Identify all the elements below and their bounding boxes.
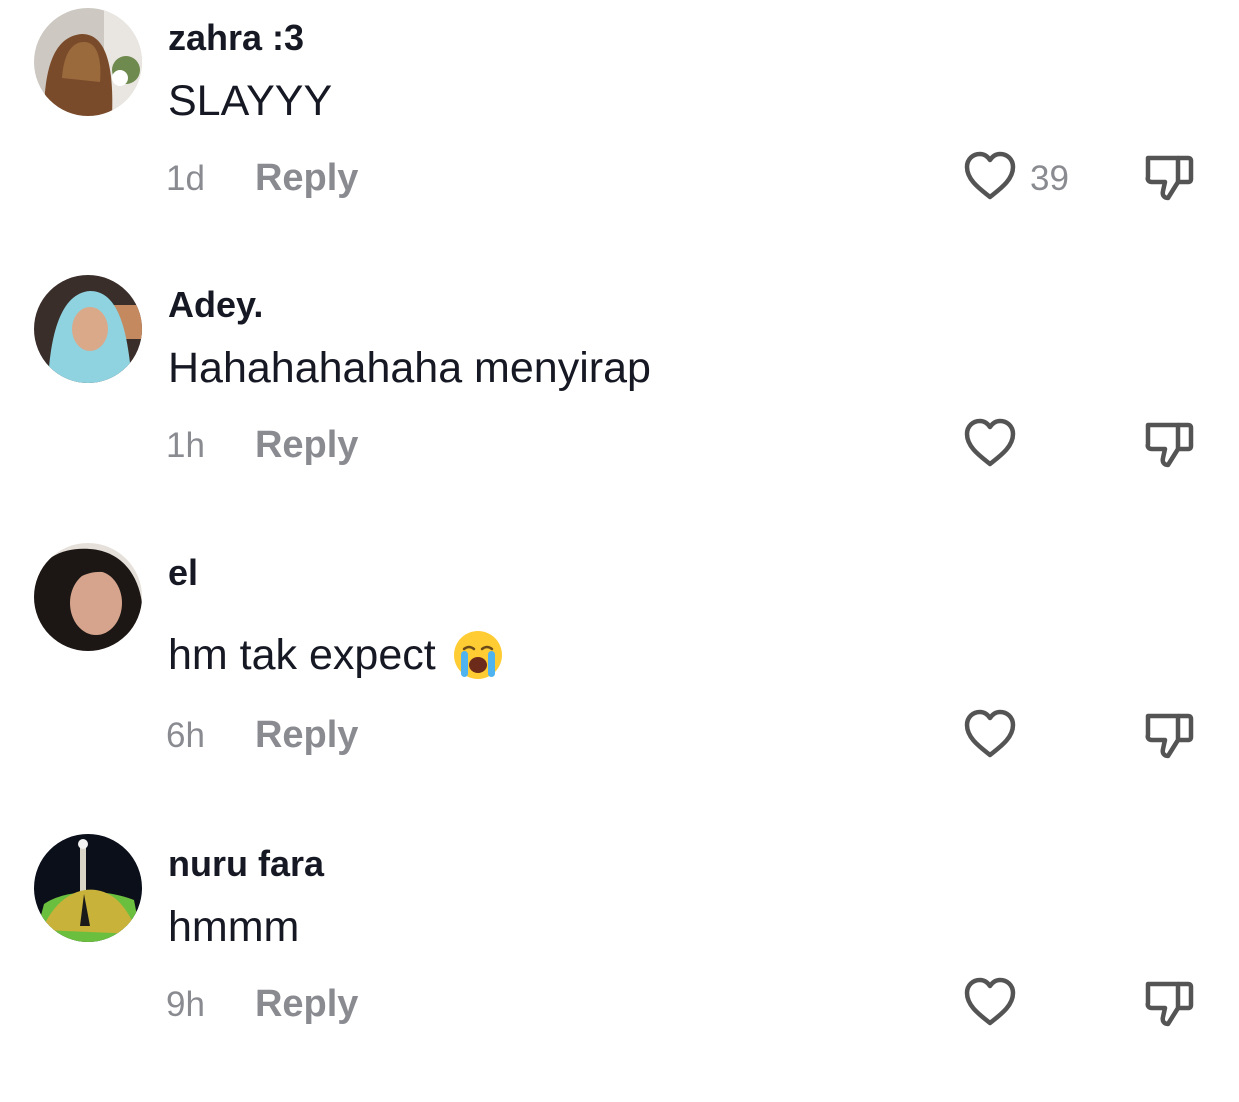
dislike-button[interactable]	[1142, 419, 1196, 474]
heart-outline-icon	[962, 976, 1018, 1033]
reply-button[interactable]: Reply	[255, 715, 358, 755]
comment-text: hm tak expect	[168, 629, 504, 681]
comment-text-body: hm tak expect	[168, 631, 436, 679]
comment-text-body: SLAYYY	[168, 77, 333, 125]
dislike-button[interactable]	[1142, 152, 1196, 207]
thumbs-down-outline-icon	[1142, 713, 1196, 764]
like-button[interactable]	[962, 708, 1018, 765]
comment-timestamp: 9h	[166, 985, 205, 1024]
comment-text-body: Hahahahahaha menyirap	[168, 344, 651, 392]
thumbs-down-outline-icon	[1142, 155, 1196, 206]
thumbs-down-outline-icon	[1142, 422, 1196, 473]
comment-username[interactable]: Adey.	[168, 285, 263, 325]
comment-meta: 9h Reply	[166, 984, 358, 1025]
reply-button[interactable]: Reply	[255, 425, 358, 465]
avatar[interactable]	[34, 8, 142, 116]
comment-meta: 6h Reply	[166, 715, 358, 756]
heart-outline-icon	[962, 417, 1018, 474]
thumbs-down-outline-icon	[1142, 981, 1196, 1032]
comment-list: zahra :3 SLAYYY 1d Reply 39 Adey. Hahaha…	[0, 0, 1239, 1030]
comment-text: hmmm	[168, 902, 299, 952]
loudly-crying-face-icon	[452, 629, 504, 681]
comment-timestamp: 6h	[166, 716, 205, 755]
comment-timestamp: 1h	[166, 426, 205, 465]
avatar[interactable]	[34, 275, 142, 383]
comment-text-body: hmmm	[168, 903, 300, 951]
comment-meta: 1d Reply	[166, 158, 358, 199]
dislike-button[interactable]	[1142, 710, 1196, 765]
comment-username[interactable]: nuru fara	[168, 844, 324, 884]
avatar[interactable]	[34, 834, 142, 942]
heart-outline-icon	[962, 150, 1018, 207]
comment-meta: 1h Reply	[166, 425, 358, 466]
comment-text: Hahahahahaha menyirap	[168, 343, 651, 393]
avatar[interactable]	[34, 543, 142, 651]
like-button[interactable]	[962, 417, 1018, 474]
reply-button[interactable]: Reply	[255, 158, 358, 198]
comment-item: zahra :3 SLAYYY 1d Reply 39	[0, 8, 1239, 276]
like-count: 39	[1030, 158, 1069, 198]
like-button[interactable]	[962, 976, 1018, 1033]
reply-button[interactable]: Reply	[255, 984, 358, 1024]
comment-timestamp: 1d	[166, 159, 205, 198]
comment-item: Adey. Hahahahahaha menyirap 1h Reply	[0, 275, 1239, 543]
comment-text: SLAYYY	[168, 76, 332, 126]
comment-item: el hm tak expect 6h Reply	[0, 543, 1239, 811]
heart-outline-icon	[962, 708, 1018, 765]
comment-item: nuru fara hmmm 9h Reply	[0, 834, 1239, 1102]
comment-username[interactable]: zahra :3	[168, 18, 304, 58]
like-button[interactable]: 39	[962, 150, 1069, 207]
comment-username[interactable]: el	[168, 553, 198, 593]
dislike-button[interactable]	[1142, 978, 1196, 1033]
